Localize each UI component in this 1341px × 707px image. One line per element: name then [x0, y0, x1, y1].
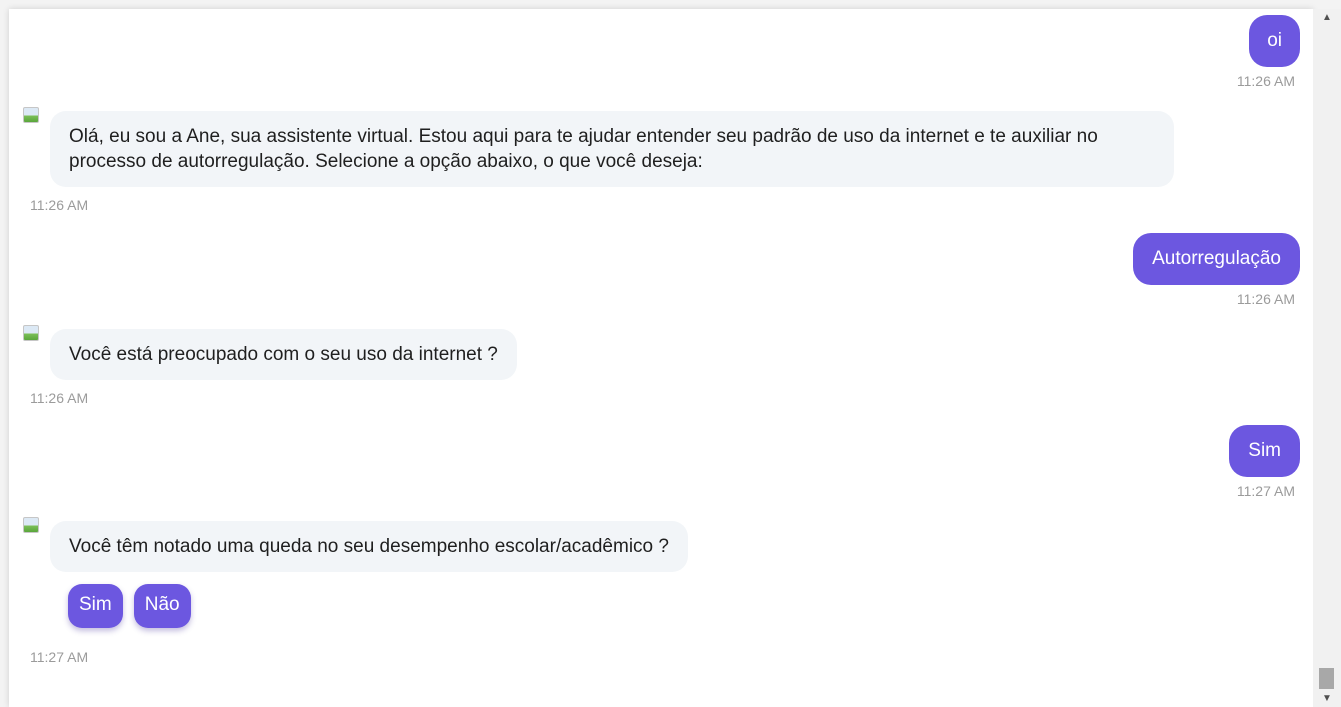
chat-window: oi 11:26 AM Olá, eu sou a Ane, sua assis…: [9, 9, 1313, 707]
bot-avatar-icon: [23, 325, 39, 341]
vertical-scrollbar[interactable]: ▲ ▼: [1313, 9, 1341, 707]
bot-message: Você está preocupado com o seu uso da in…: [22, 325, 517, 406]
user-bubble: Autorregulação: [1133, 233, 1300, 285]
quick-replies: Sim Não: [68, 584, 688, 628]
bot-avatar-icon: [23, 517, 39, 533]
bot-bubble: Você têm notado uma queda no seu desempe…: [50, 521, 688, 572]
message-timestamp: 11:26 AM: [1236, 291, 1295, 307]
scroll-up-arrow-icon[interactable]: ▲: [1313, 9, 1341, 26]
message-timestamp: 11:26 AM: [30, 197, 89, 213]
user-message: oi 11:26 AM: [1237, 15, 1300, 89]
message-timestamp: 11:27 AM: [1236, 483, 1295, 499]
scrollbar-thumb[interactable]: [1319, 668, 1334, 689]
message-timestamp: 11:26 AM: [30, 390, 89, 406]
message-timestamp: 11:26 AM: [1236, 73, 1295, 89]
scroll-down-arrow-icon[interactable]: ▼: [1313, 690, 1341, 707]
user-message: Autorregulação 11:26 AM: [1133, 233, 1300, 307]
quick-reply-nao-button[interactable]: Não: [133, 584, 191, 628]
message-list: oi 11:26 AM Olá, eu sou a Ane, sua assis…: [9, 9, 1313, 707]
bot-avatar-icon: [23, 107, 39, 123]
quick-reply-sim-button[interactable]: Sim: [68, 584, 123, 628]
bot-bubble: Você está preocupado com o seu uso da in…: [50, 329, 517, 380]
user-message: Sim 11:27 AM: [1229, 425, 1300, 499]
user-bubble: oi: [1249, 15, 1300, 67]
bot-message: Olá, eu sou a Ane, sua assistente virtua…: [22, 107, 1174, 213]
bot-message: Você têm notado uma queda no seu desempe…: [22, 517, 688, 665]
message-timestamp: 11:27 AM: [30, 649, 89, 665]
bot-bubble: Olá, eu sou a Ane, sua assistente virtua…: [50, 111, 1174, 187]
user-bubble: Sim: [1229, 425, 1300, 477]
